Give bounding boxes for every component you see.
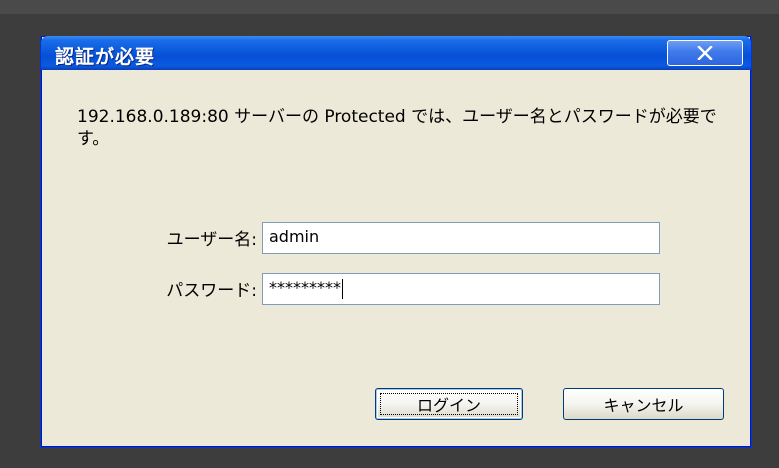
- focus-ring: [380, 393, 518, 415]
- dialog-title: 認証が必要: [55, 46, 156, 68]
- login-button[interactable]: ログイン: [375, 388, 523, 420]
- cancel-button-label: キャンセル: [603, 396, 684, 415]
- auth-message: 192.168.0.189:80 サーバーの Protected では、ユーザー…: [77, 107, 717, 149]
- password-value: *********: [269, 278, 341, 297]
- close-button[interactable]: [667, 40, 743, 66]
- text-caret: [342, 278, 343, 299]
- close-icon: [697, 46, 713, 60]
- desktop-backdrop: [0, 0, 779, 14]
- username-value: admin: [269, 227, 320, 246]
- username-input[interactable]: admin: [262, 222, 660, 254]
- auth-dialog: 認証が必要 192.168.0.189:80 サーバーの Protected で…: [40, 36, 752, 448]
- dialog-titlebar[interactable]: 認証が必要: [41, 36, 751, 70]
- password-input[interactable]: *********: [262, 273, 660, 305]
- username-label: ユーザー名:: [166, 230, 257, 250]
- cancel-button[interactable]: キャンセル: [563, 388, 724, 420]
- password-label: パスワード:: [166, 281, 257, 301]
